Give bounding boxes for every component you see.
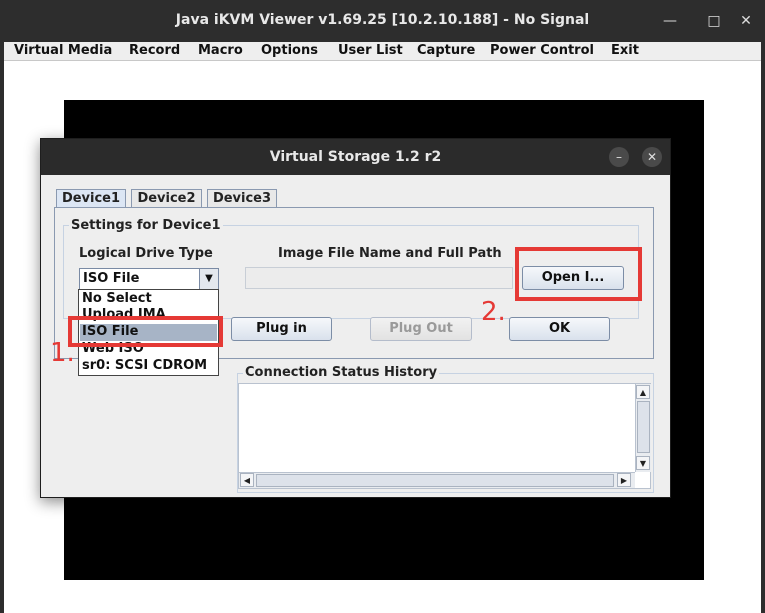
horizontal-scrollbar[interactable]: ◀ ▶ [239, 472, 635, 488]
vertical-scroll-thumb[interactable] [637, 401, 650, 453]
dialog-titlebar[interactable]: Virtual Storage 1.2 r2 – ✕ [41, 139, 670, 175]
dropdown-option-no-select[interactable]: No Select [80, 291, 217, 308]
connection-status-title: Connection Status History [243, 365, 440, 380]
horizontal-scroll-thumb[interactable] [256, 474, 614, 487]
tab-device2[interactable]: Device2 [131, 189, 202, 207]
window-frame-left [0, 42, 4, 613]
annotation-box-step2 [515, 247, 642, 301]
logical-drive-type-value: ISO File [83, 271, 140, 286]
menu-record[interactable]: Record [129, 42, 180, 61]
dialog-minimize-icon[interactable]: – [609, 147, 629, 167]
menu-virtual-media[interactable]: Virtual Media [14, 42, 112, 61]
dialog-close-icon[interactable]: ✕ [642, 147, 662, 167]
menu-macro[interactable]: Macro [198, 42, 243, 61]
annotation-label-step1: 1. [50, 338, 75, 368]
menu-user-list[interactable]: User List [338, 42, 403, 61]
tab-device3[interactable]: Device3 [207, 189, 277, 207]
window-titlebar: Java iKVM Viewer v1.69.25 [10.2.10.188] … [0, 0, 765, 42]
annotation-box-step1 [68, 316, 223, 347]
menu-capture[interactable]: Capture [417, 42, 475, 61]
dialog-title: Virtual Storage 1.2 r2 [269, 149, 442, 165]
image-path-label: Image File Name and Full Path [278, 246, 502, 261]
close-icon[interactable]: ✕ [737, 12, 755, 30]
ok-button[interactable]: OK [509, 317, 610, 341]
image-path-field[interactable] [245, 267, 513, 289]
dropdown-option-sr0-scsi-cdrom[interactable]: sr0: SCSI CDROM [80, 358, 217, 375]
menu-options[interactable]: Options [261, 42, 318, 61]
menu-bar: Virtual Media Record Macro Options User … [4, 42, 761, 61]
chevron-down-icon[interactable]: ▼ [199, 269, 218, 289]
scroll-right-icon[interactable]: ▶ [617, 473, 631, 487]
maximize-icon[interactable]: □ [705, 12, 723, 30]
logical-drive-type-label: Logical Drive Type [79, 246, 213, 261]
annotation-label-step2: 2. [481, 297, 506, 327]
connection-status-log[interactable]: ▲ ▼ ◀ ▶ [238, 383, 651, 489]
window-title: Java iKVM Viewer v1.69.25 [10.2.10.188] … [175, 12, 590, 28]
scroll-left-icon[interactable]: ◀ [240, 473, 254, 487]
minimize-icon[interactable]: — [661, 12, 679, 30]
logical-drive-type-select[interactable]: ISO File ▼ [79, 268, 219, 290]
tab-device1[interactable]: Device1 [56, 189, 126, 208]
vertical-scrollbar[interactable]: ▲ ▼ [635, 384, 651, 472]
window-frame-right [761, 42, 765, 613]
plug-in-button[interactable]: Plug in [231, 317, 332, 341]
plug-out-button[interactable]: Plug Out [370, 317, 472, 341]
settings-group-title: Settings for Device1 [69, 218, 223, 233]
menu-exit[interactable]: Exit [611, 42, 639, 61]
scroll-up-icon[interactable]: ▲ [636, 385, 650, 399]
scroll-down-icon[interactable]: ▼ [636, 456, 650, 470]
menu-power-control[interactable]: Power Control [490, 42, 594, 61]
